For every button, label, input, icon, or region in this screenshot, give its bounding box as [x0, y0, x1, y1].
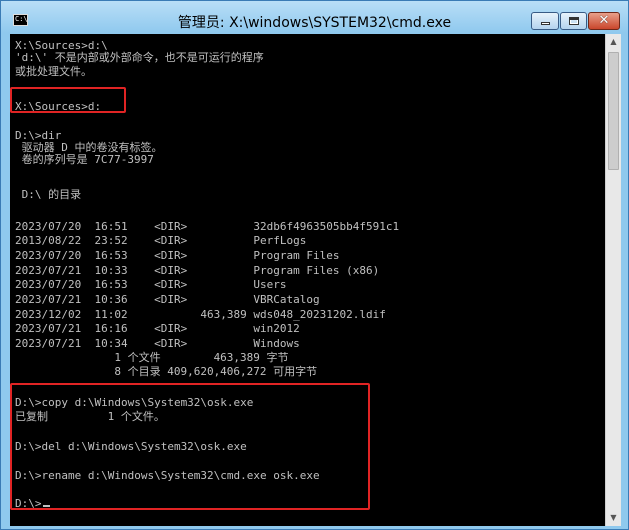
- console-line: 'd:\' 不是内部或外部命令，也不是可运行的程序: [15, 51, 264, 64]
- console-line: 2023/07/20 16:53 <DIR> Program Files: [15, 249, 340, 262]
- console-line: 2023/07/21 10:33 <DIR> Program Files (x8…: [15, 264, 380, 277]
- console-line: 卷的序列号是 7C77-3997: [15, 153, 154, 166]
- console-line: 8 个目录 409,620,406,272 可用字节: [15, 365, 318, 378]
- close-icon: ✕: [598, 13, 610, 28]
- minimize-button[interactable]: [531, 12, 559, 30]
- console-line: 1 个文件 463,389 字节: [15, 351, 289, 364]
- scroll-down-icon[interactable]: ▼: [606, 510, 621, 526]
- vertical-scrollbar[interactable]: ▲ ▼: [605, 34, 621, 526]
- minimize-icon: [541, 22, 550, 25]
- console-line: 或批处理文件。: [15, 65, 92, 78]
- console-line: 2013/08/22 23:52 <DIR> PerfLogs: [15, 234, 307, 247]
- highlight-box-drive-switch: [10, 87, 126, 113]
- cmd-window: C:\ 管理员: X:\windows\SYSTEM32\cmd.exe ✕ X…: [0, 0, 629, 530]
- console-line: 2023/07/20 16:53 <DIR> Users: [15, 278, 287, 291]
- title-bar[interactable]: C:\ 管理员: X:\windows\SYSTEM32\cmd.exe ✕: [1, 1, 628, 33]
- console-line: 2023/07/21 10:34 <DIR> Windows: [15, 337, 300, 350]
- console-line: 2023/07/20 16:51 <DIR> 32db6f4963505bb4f…: [15, 220, 400, 233]
- console-line: 2023/12/02 11:02 463,389 wds048_20231202…: [15, 308, 386, 321]
- maximize-button[interactable]: [560, 12, 587, 30]
- console-line: 2023/07/21 10:36 <DIR> VBRCatalog: [15, 293, 320, 306]
- console-line: 2023/07/21 16:16 <DIR> win2012: [15, 322, 300, 335]
- maximize-icon: [569, 17, 579, 25]
- scroll-thumb[interactable]: [608, 52, 619, 170]
- highlight-box-commands: [10, 383, 370, 510]
- scroll-up-icon[interactable]: ▲: [606, 34, 621, 50]
- close-button[interactable]: ✕: [588, 12, 620, 30]
- console-line: D:\ 的目录: [15, 188, 82, 201]
